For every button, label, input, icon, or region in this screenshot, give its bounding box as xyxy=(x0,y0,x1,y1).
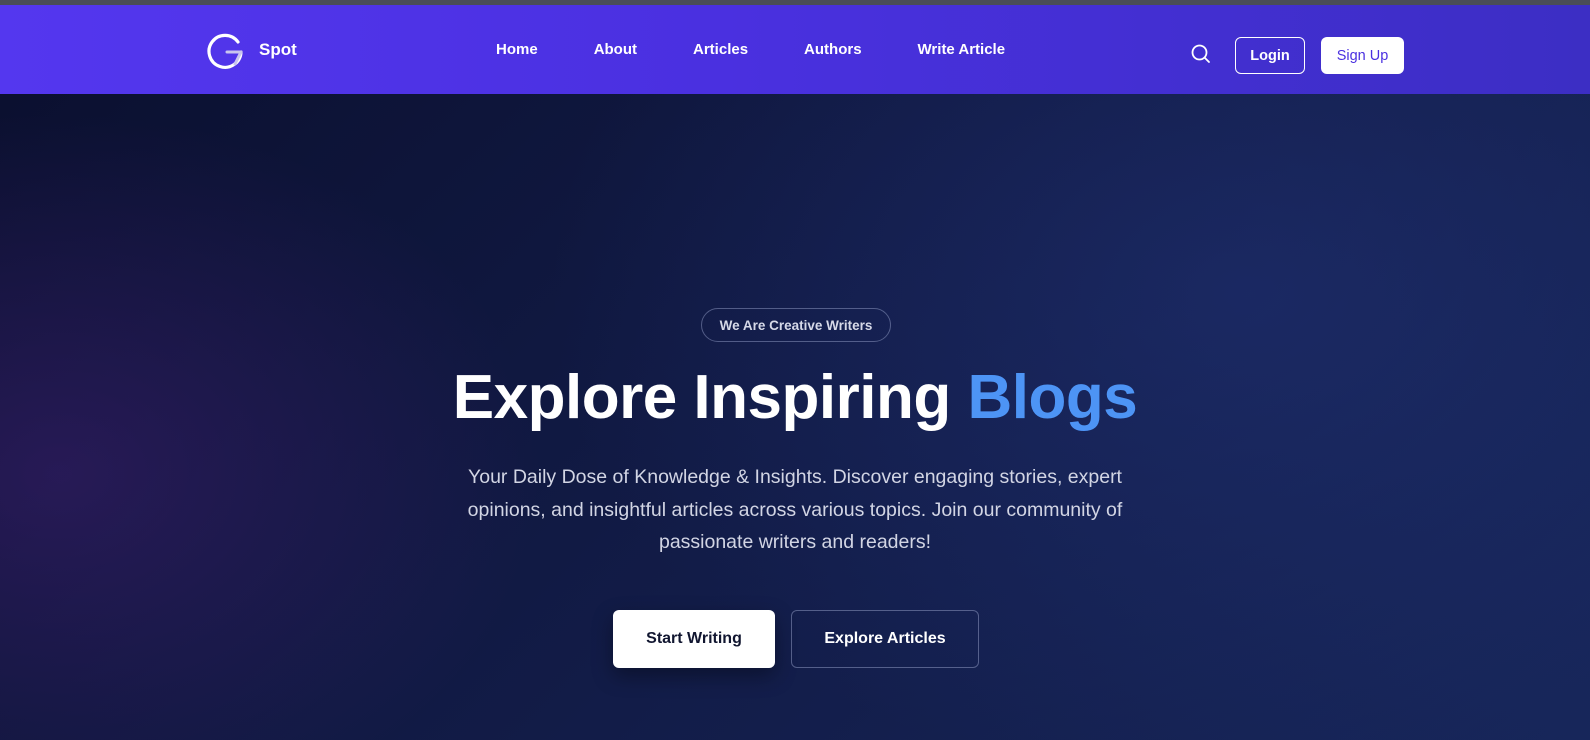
g-logo-icon xyxy=(207,33,243,69)
start-writing-button[interactable]: Start Writing xyxy=(613,610,775,668)
explore-articles-button[interactable]: Explore Articles xyxy=(791,610,979,668)
login-button[interactable]: Login xyxy=(1235,37,1305,74)
nav-articles[interactable]: Articles xyxy=(693,41,748,58)
navbar: Spot Home About Articles Authors Write A… xyxy=(0,5,1590,94)
nav-about[interactable]: About xyxy=(594,41,637,58)
nav-write-article[interactable]: Write Article xyxy=(918,41,1006,58)
hero-section: We Are Creative Writers Explore Inspirin… xyxy=(0,94,1590,740)
headline-main: Explore Inspiring xyxy=(452,363,951,432)
brand-name: Spot xyxy=(259,40,297,59)
main-nav: Home About Articles Authors Write Articl… xyxy=(496,41,1005,58)
headline-accent: Blogs xyxy=(967,363,1138,432)
hero-headline: Explore Inspiring Blogs xyxy=(0,362,1590,433)
search-icon xyxy=(1191,44,1210,63)
signup-button[interactable]: Sign Up xyxy=(1321,37,1404,74)
nav-authors[interactable]: Authors xyxy=(804,41,862,58)
search-button[interactable] xyxy=(1189,42,1213,66)
nav-home[interactable]: Home xyxy=(496,41,538,58)
brand-logo[interactable]: Spot xyxy=(205,29,297,71)
hero-description: Your Daily Dose of Knowledge & Insights.… xyxy=(467,466,1123,553)
hero-badge: We Are Creative Writers xyxy=(701,308,891,342)
